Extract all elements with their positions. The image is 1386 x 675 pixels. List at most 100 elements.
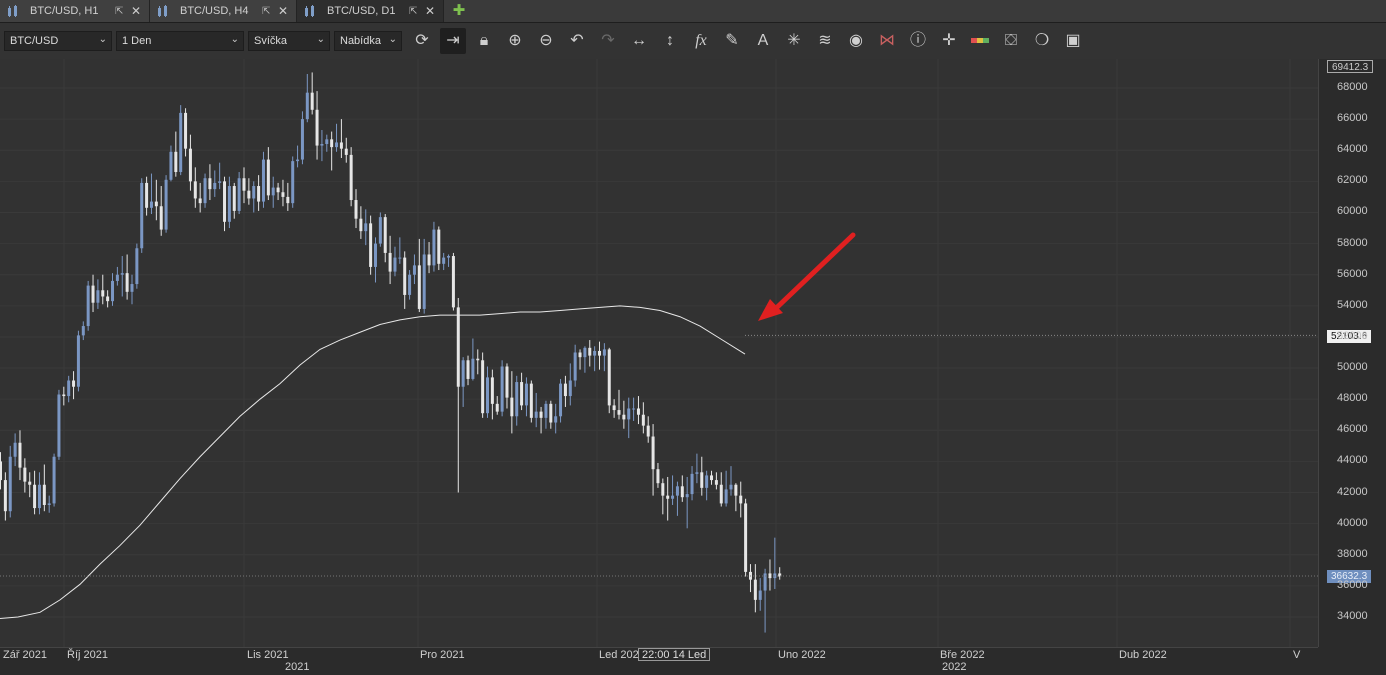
y-tick-label: 48000 xyxy=(1337,392,1368,405)
candle-body xyxy=(442,257,446,264)
candle-body xyxy=(612,405,616,411)
cursor-icon[interactable]: ✛ xyxy=(936,28,962,54)
text-tool-icon[interactable]: A xyxy=(750,28,776,54)
candle-body xyxy=(510,397,514,417)
undo-icon[interactable]: ↶ xyxy=(564,28,590,54)
tab-label: BTC/USD, H4 xyxy=(180,5,249,17)
candle-body xyxy=(320,144,324,146)
candle-body xyxy=(3,480,7,512)
y-tick-label: 34000 xyxy=(1337,610,1368,622)
chart-type-value: Svíčka xyxy=(254,35,288,47)
candle-body xyxy=(573,352,577,381)
vertical-scale-icon[interactable]: ↕ xyxy=(657,28,683,54)
candle-body xyxy=(62,394,66,397)
candlestick-chart xyxy=(0,59,1318,647)
crosshair-time-label: 22:00 14 Led xyxy=(638,648,711,661)
x-year-label: 2022 xyxy=(942,661,967,673)
chart-type-select[interactable]: Svíčka ⌄ xyxy=(248,31,330,51)
close-icon[interactable]: ✕ xyxy=(425,4,437,18)
candle-body xyxy=(140,182,144,249)
scroll-to-end-icon[interactable]: ⇥ xyxy=(440,28,466,54)
color-bars-icon[interactable] xyxy=(967,28,993,54)
candle-body xyxy=(559,383,563,417)
tab-btcusd-h1[interactable]: BTC/USD, H1 ⇱ ✕ xyxy=(0,0,150,22)
candle-body xyxy=(164,179,168,230)
menu-select[interactable]: Nabídka ⌄ xyxy=(334,31,402,51)
indicators-fx-icon[interactable]: fx xyxy=(688,28,714,54)
zoom-out-icon[interactable]: ⊖ xyxy=(533,28,559,54)
refresh-icon[interactable]: ⟳ xyxy=(409,28,435,54)
candle-body xyxy=(257,186,261,202)
high-price-badge: 69412.3 xyxy=(1327,60,1374,73)
candle-body xyxy=(427,254,431,266)
candle-body xyxy=(72,380,76,387)
save-icon[interactable]: ▣ xyxy=(1060,28,1086,54)
symbol-select[interactable]: BTC/USD ⌄ xyxy=(4,31,112,51)
timeframe-value: 1 Den xyxy=(122,35,152,47)
candle-body xyxy=(91,285,95,303)
settings-circle-icon[interactable]: ❍ xyxy=(1029,28,1055,54)
candle-body xyxy=(179,112,183,173)
candle-body xyxy=(227,186,231,222)
candle-body xyxy=(636,408,640,415)
candle-body xyxy=(744,503,748,572)
candle-body xyxy=(232,186,236,211)
popout-icon[interactable]: ⇱ xyxy=(115,6,127,17)
popout-icon[interactable]: ⇱ xyxy=(262,6,274,17)
candle-body xyxy=(47,503,51,505)
candle-body xyxy=(335,142,339,148)
close-icon[interactable]: ✕ xyxy=(278,4,290,18)
candle-body xyxy=(641,414,645,426)
candle-body xyxy=(237,178,241,211)
candle-body xyxy=(23,467,27,482)
x-tick-label: Dub 2022 xyxy=(1119,649,1167,661)
crosshair-icon[interactable]: ✳ xyxy=(781,28,807,54)
candle-body xyxy=(349,154,353,201)
candle-body xyxy=(223,181,227,222)
price-axis[interactable]: 69412.3 52103.6 36632.3 34000 36000 38000 4… xyxy=(1318,59,1386,647)
patterns-icon[interactable]: ⋈ xyxy=(874,28,900,54)
paint-bucket-icon[interactable]: ⛋ xyxy=(998,28,1024,54)
tab-btcusd-d1[interactable]: BTC/USD, D1 ⇱ ✕ xyxy=(297,0,444,22)
candle-body xyxy=(632,408,636,410)
candle-body xyxy=(714,480,718,485)
redo-icon[interactable]: ↷ xyxy=(595,28,621,54)
add-chart-tab-icon[interactable]: ✚ xyxy=(448,1,470,21)
tab-label: BTC/USD, H1 xyxy=(30,5,99,17)
pencil-icon[interactable]: ✎ xyxy=(719,28,745,54)
candle-body xyxy=(203,178,207,204)
horizontal-scale-icon[interactable]: ↔ xyxy=(626,28,652,54)
time-axis[interactable]: Zář 2021 Říj 2021 Lis 2021 Pro 2021 Led … xyxy=(0,647,1318,675)
candles-icon xyxy=(305,5,319,17)
close-icon[interactable]: ✕ xyxy=(131,4,143,18)
y-tick-label: 44000 xyxy=(1337,454,1368,467)
candle-body xyxy=(208,178,212,190)
lock-icon[interactable]: 🔒︎ xyxy=(471,28,497,54)
chart-plot-area[interactable] xyxy=(0,59,1318,647)
candle-body xyxy=(710,475,714,481)
tab-label: BTC/USD, D1 xyxy=(327,5,396,17)
x-tick-label: Zář 2021 xyxy=(3,649,48,661)
layers-icon[interactable]: ≋ xyxy=(812,28,838,54)
tab-bar: BTC/USD, H1 ⇱ ✕ BTC/USD, H4 ⇱ ✕ BTC/USD,… xyxy=(0,0,1386,23)
candle-body xyxy=(583,347,587,358)
candle-body xyxy=(218,181,222,183)
x-year-label: 2021 xyxy=(285,661,310,673)
popout-icon[interactable]: ⇱ xyxy=(409,6,421,17)
candles-icon xyxy=(8,5,22,17)
candle-body xyxy=(383,217,387,253)
candle-body xyxy=(193,181,197,199)
timeframe-select[interactable]: 1 Den ⌄ xyxy=(116,31,244,51)
tab-btcusd-h4[interactable]: BTC/USD, H4 ⇱ ✕ xyxy=(150,0,297,22)
candle-body xyxy=(554,416,558,423)
moving-average-line xyxy=(0,305,746,620)
chevron-down-icon: ⌄ xyxy=(230,34,239,45)
candle-body xyxy=(281,192,285,197)
candle-body xyxy=(276,187,280,193)
eye-icon[interactable]: ◉ xyxy=(843,28,869,54)
y-tick-label: 42000 xyxy=(1337,485,1368,498)
zoom-in-icon[interactable]: ⊕ xyxy=(502,28,528,54)
info-icon[interactable]: ⓘ xyxy=(905,28,931,54)
y-tick-label: 64000 xyxy=(1337,143,1368,156)
candle-body xyxy=(184,112,188,149)
